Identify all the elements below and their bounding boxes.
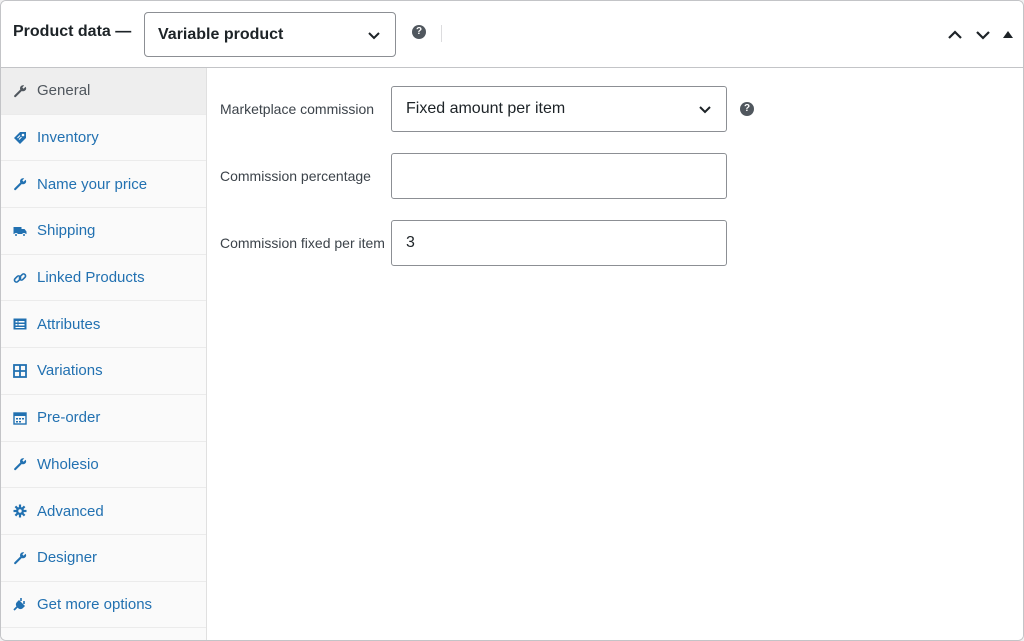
commission-fixed-input[interactable]: 3 <box>391 220 727 266</box>
tab-designer[interactable]: Designer <box>1 535 206 582</box>
tab-label: General <box>37 82 91 100</box>
wrench-icon <box>13 457 27 471</box>
tab-label: Advanced <box>37 502 104 520</box>
tab-advanced[interactable]: Advanced <box>1 488 206 535</box>
product-type-select[interactable]: Variable product <box>144 12 396 57</box>
tab-pre-order[interactable]: Pre-order <box>1 395 206 442</box>
tab-label: Designer <box>37 549 98 567</box>
link-icon <box>13 271 27 285</box>
product-data-header: Product data — Variable product ? <box>1 1 1023 68</box>
tag-icon <box>13 131 27 145</box>
tab-variations[interactable]: Variations <box>1 348 206 395</box>
tab-attributes[interactable]: Attributes <box>1 301 206 349</box>
help-icon[interactable]: ? <box>740 102 754 116</box>
commission-percentage-label: Commission percentage <box>220 168 371 184</box>
wrench-icon <box>13 84 27 98</box>
truck-icon <box>13 224 27 238</box>
wrench-icon <box>13 177 27 191</box>
tab-label: Wholesio <box>37 455 99 473</box>
tab-label: Linked Products <box>37 269 145 287</box>
tab-label: Inventory <box>37 129 99 147</box>
tab-label: Pre-order <box>37 409 101 427</box>
tab-label: Get more options <box>37 595 153 613</box>
tab-wholesio[interactable]: Wholesio <box>1 442 206 489</box>
tab-label: Name your price <box>37 175 148 193</box>
chevron-down-icon <box>368 31 380 39</box>
header-divider <box>441 25 442 42</box>
marketplace-commission-select[interactable]: Fixed amount per item <box>391 86 727 132</box>
calendar-icon <box>13 411 27 425</box>
tab-general[interactable]: General <box>1 68 206 115</box>
plug-icon <box>13 597 27 612</box>
move-down-icon[interactable] <box>975 28 991 42</box>
wrench-icon <box>13 551 27 565</box>
commission-fixed-label: Commission fixed per item <box>220 235 385 251</box>
commission-percentage-input[interactable] <box>391 153 727 199</box>
tab-label: Attributes <box>37 315 101 333</box>
grid-icon <box>13 364 27 378</box>
tab-linked-products[interactable]: Linked Products <box>1 255 206 302</box>
tab-label: Variations <box>37 362 103 380</box>
collapse-toggle-icon[interactable] <box>1003 30 1013 38</box>
move-up-icon[interactable] <box>947 28 963 42</box>
chevron-down-icon <box>699 106 711 114</box>
tab-inventory[interactable]: Inventory <box>1 115 206 162</box>
general-options-panel: Marketplace commission Fixed amount per … <box>207 68 1023 640</box>
tab-get-more-options[interactable]: Get more options <box>1 582 206 629</box>
list-icon <box>13 317 27 331</box>
marketplace-commission-label: Marketplace commission <box>220 101 375 117</box>
help-icon[interactable]: ? <box>412 25 426 39</box>
tab-name-your-price[interactable]: Name your price <box>1 161 206 209</box>
marketplace-commission-value: Fixed amount per item <box>406 100 566 117</box>
gear-icon <box>13 504 27 518</box>
tab-label: Shipping <box>37 222 96 240</box>
product-data-panel: Product data — Variable product ? Genera… <box>0 0 1024 641</box>
panel-title: Product data — <box>13 23 132 40</box>
product-data-tabs: General Inventory Name your price Shippi… <box>1 68 207 640</box>
tab-shipping[interactable]: Shipping <box>1 208 206 255</box>
product-type-value: Variable product <box>158 25 284 43</box>
